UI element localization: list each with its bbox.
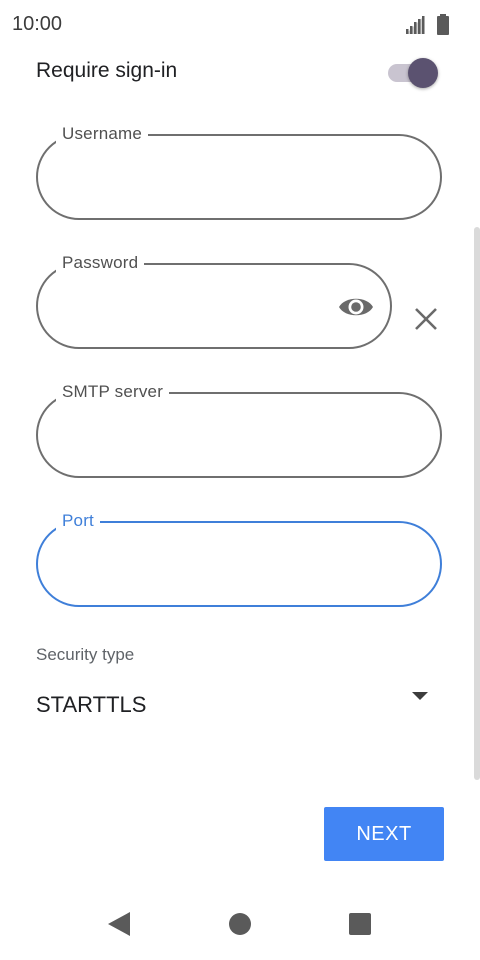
security-type-dropdown[interactable]: STARTTLS (36, 680, 436, 730)
smtp-server-input[interactable] (62, 420, 380, 454)
require-signin-label: Require sign-in (36, 59, 178, 82)
recents-icon[interactable] (348, 912, 372, 936)
dropdown-arrow-icon (412, 692, 428, 700)
battery-icon (437, 14, 449, 35)
username-input[interactable] (62, 162, 380, 196)
signal-icon (406, 16, 425, 34)
username-label: Username (56, 123, 149, 145)
port-field[interactable]: Port (36, 510, 442, 607)
back-icon[interactable] (106, 910, 132, 938)
password-label: Password (56, 252, 145, 274)
username-field[interactable]: Username (36, 123, 442, 220)
screen: 10:00 Require sign-in Username Password … (0, 0, 480, 960)
smtp-server-label: SMTP server (56, 381, 170, 403)
toggle-thumb (408, 58, 438, 88)
status-icons (404, 14, 452, 36)
smtp-server-field[interactable]: SMTP server (36, 381, 442, 478)
security-type-label: Security type (36, 645, 135, 664)
password-input[interactable] (62, 291, 330, 325)
port-input[interactable] (62, 549, 380, 583)
password-field[interactable]: Password (36, 252, 392, 349)
port-label: Port (56, 510, 100, 532)
nav-bar (0, 890, 480, 960)
close-icon[interactable] (412, 305, 440, 333)
status-bar: 10:00 (0, 0, 480, 50)
require-signin-toggle[interactable] (388, 58, 440, 88)
home-icon[interactable] (228, 912, 252, 936)
next-button[interactable]: NEXT (324, 807, 444, 861)
status-time: 10:00 (12, 13, 63, 35)
eye-icon[interactable] (336, 289, 376, 325)
scrollbar[interactable] (474, 227, 480, 780)
security-type-value: STARTTLS (36, 692, 147, 717)
